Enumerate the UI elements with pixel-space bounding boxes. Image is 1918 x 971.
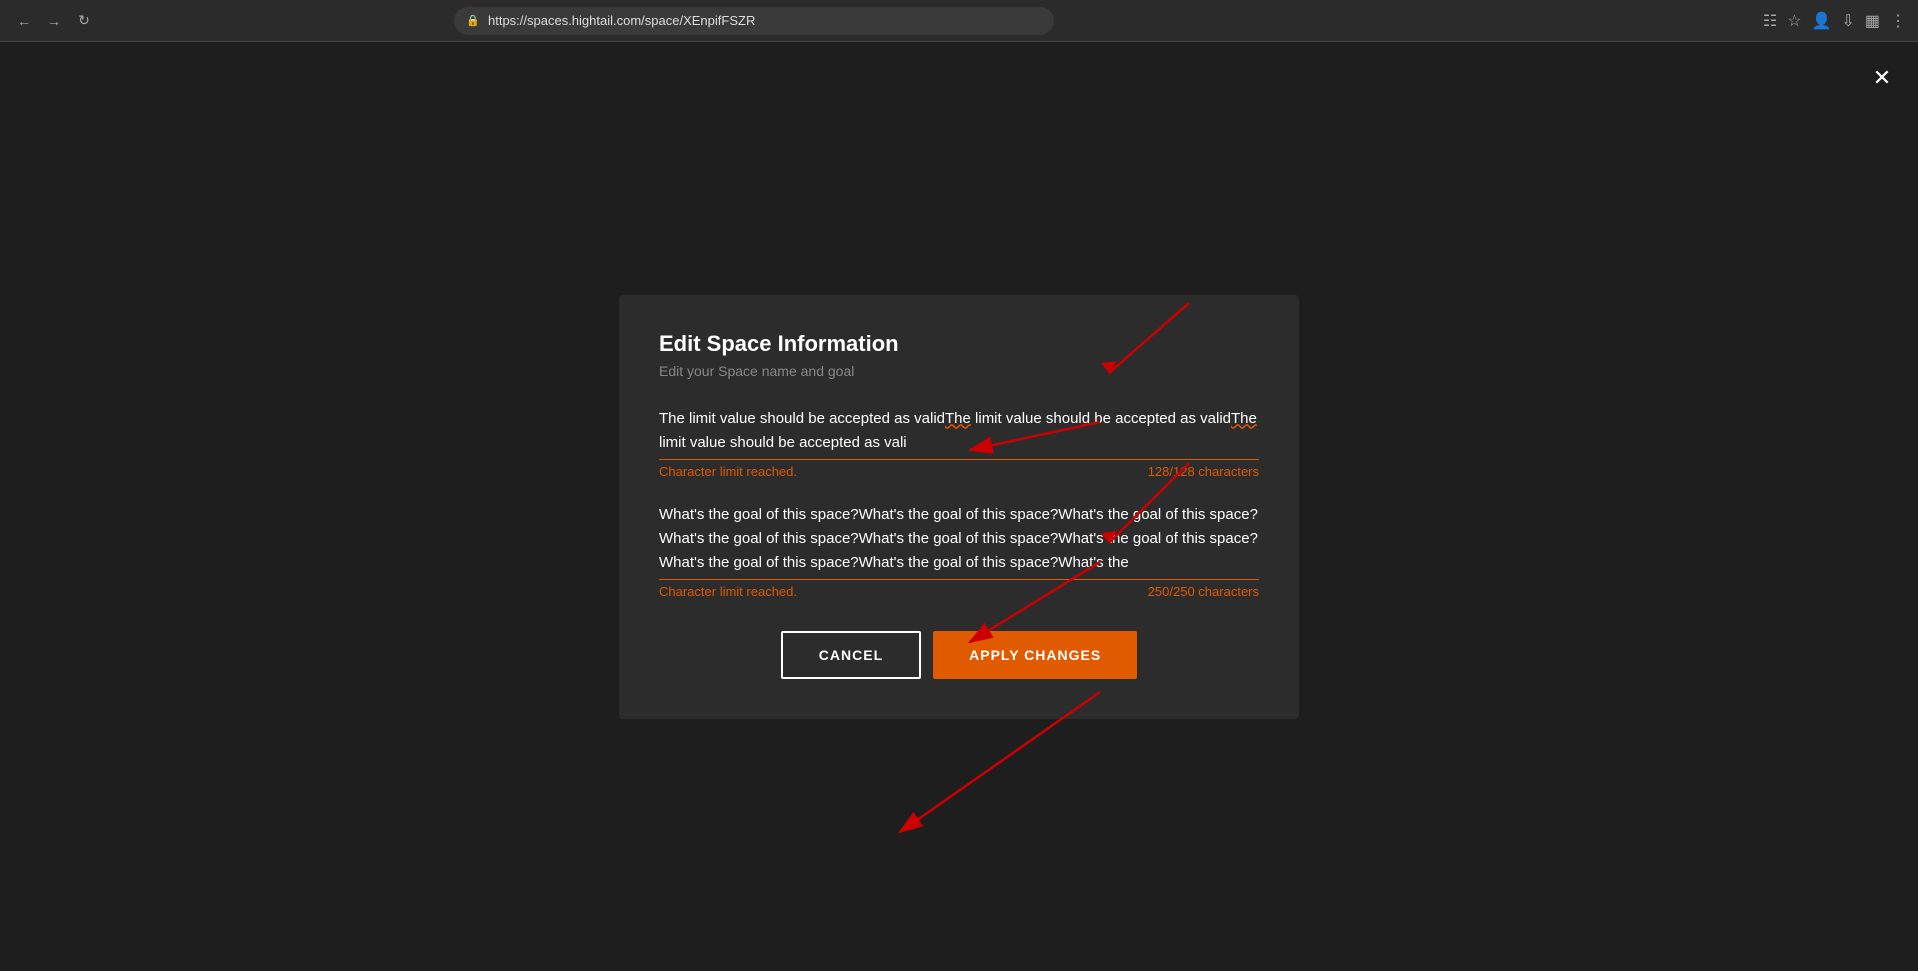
browser-chrome: ← → ↻ 🔒 https://spaces.hightail.com/spac… [0, 0, 1918, 42]
download-icon[interactable]: ⇩ [1841, 11, 1854, 31]
menu-icon[interactable]: ⋮ [1890, 11, 1906, 31]
page-background: ✕ Edit Space Information Edit your Space… [0, 42, 1918, 971]
goal-char-limit-msg: Character limit reached. [659, 584, 797, 599]
name-field-container: The limit value should be accepted as va… [659, 407, 1259, 479]
bookmark-icon[interactable]: ☆ [1787, 11, 1801, 31]
close-button[interactable]: ✕ [1866, 62, 1898, 94]
forward-button[interactable]: → [42, 9, 66, 33]
goal-field-underline [659, 579, 1259, 580]
name-char-count: 128/128 characters [1148, 464, 1259, 479]
lock-icon: 🔒 [466, 14, 480, 27]
name-field-footer: Character limit reached. 128/128 charact… [659, 464, 1259, 479]
goal-char-count: 250/250 characters [1148, 584, 1259, 599]
name-field-text[interactable]: The limit value should be accepted as va… [659, 407, 1259, 455]
url-text: https://spaces.hightail.com/space/XEnpif… [488, 13, 755, 28]
modal-title: Edit Space Information [659, 331, 1259, 357]
refresh-button[interactable]: ↻ [72, 9, 96, 33]
goal-field-footer: Character limit reached. 250/250 charact… [659, 584, 1259, 599]
goal-field-container: What's the goal of this space?What's the… [659, 503, 1259, 599]
extensions-icon[interactable]: ▦ [1865, 11, 1880, 31]
cancel-button[interactable]: CANCEL [781, 631, 921, 679]
apply-changes-button[interactable]: APPLY CHANGES [933, 631, 1137, 679]
address-bar[interactable]: 🔒 https://spaces.hightail.com/space/XEnp… [454, 7, 1054, 35]
back-button[interactable]: ← [12, 9, 36, 33]
reader-icon[interactable]: ☷ [1763, 11, 1777, 31]
name-char-limit-msg: Character limit reached. [659, 464, 797, 479]
browser-actions: ☷ ☆ 👤 ⇩ ▦ ⋮ [1763, 11, 1906, 31]
edit-space-modal: Edit Space Information Edit your Space n… [619, 295, 1299, 719]
profile-icon[interactable]: 👤 [1812, 11, 1832, 31]
browser-nav: ← → ↻ [12, 9, 96, 33]
modal-subtitle: Edit your Space name and goal [659, 363, 1259, 379]
name-field-underline [659, 459, 1259, 460]
goal-field-text[interactable]: What's the goal of this space?What's the… [659, 503, 1259, 575]
button-row: CANCEL APPLY CHANGES [659, 631, 1259, 679]
